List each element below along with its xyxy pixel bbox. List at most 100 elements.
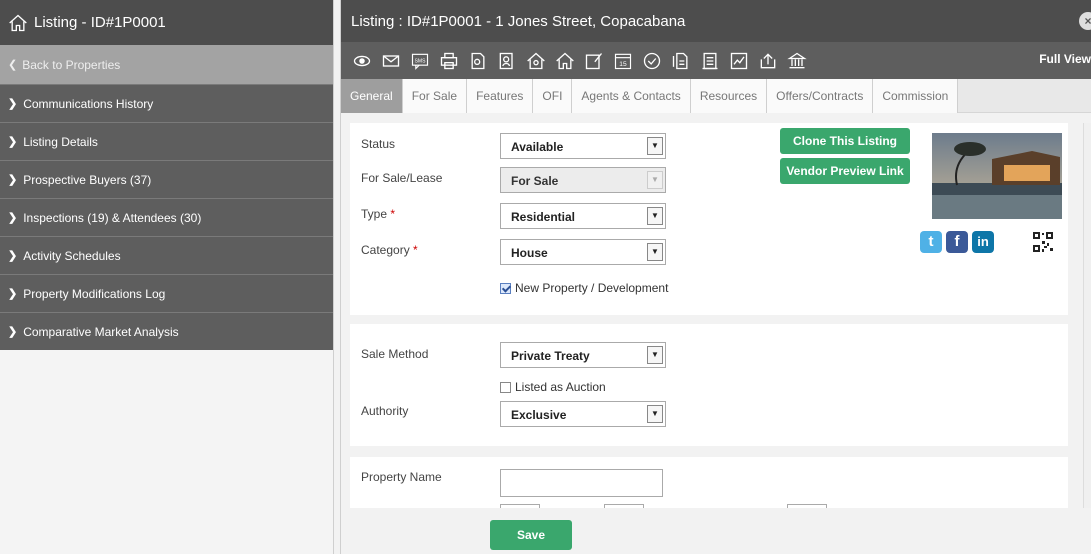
- category-label-text: Category: [361, 243, 410, 257]
- bank-icon[interactable]: [782, 49, 811, 73]
- facebook-icon[interactable]: f: [946, 231, 968, 253]
- category-value: House: [511, 246, 548, 260]
- category-label: Category *: [361, 243, 418, 257]
- tab-features[interactable]: Features: [467, 79, 534, 113]
- chart-icon[interactable]: [724, 49, 753, 73]
- sidebar-item-label: Comparative Market Analysis: [23, 324, 179, 339]
- property-photo[interactable]: [932, 133, 1062, 219]
- edit-icon[interactable]: [579, 49, 608, 73]
- upload-icon[interactable]: [753, 49, 782, 73]
- sale-method-value: Private Treaty: [511, 349, 590, 363]
- close-icon[interactable]: ×: [1079, 12, 1091, 30]
- chevron-right-icon: ❯: [8, 288, 18, 300]
- sidebar-item-label: Inspections (19) & Attendees (30): [23, 210, 202, 225]
- general-section: Status Available ▼ For Sale/Lease For Sa…: [350, 123, 1068, 315]
- sidebar-item-label: Listing Details: [23, 134, 98, 149]
- chevron-down-icon: ▼: [647, 207, 663, 225]
- report-icon[interactable]: [666, 49, 695, 73]
- checkbox-checked-icon[interactable]: [500, 282, 511, 294]
- tab-commission[interactable]: Commission: [873, 79, 959, 113]
- calendar-icon[interactable]: 15: [608, 49, 637, 73]
- contacts-icon[interactable]: [492, 49, 521, 73]
- sidebar-item-activity-schedules[interactable]: ❯ Activity Schedules: [0, 236, 333, 274]
- back-to-properties-link[interactable]: ❮ Back to Properties: [0, 45, 333, 84]
- document-icon[interactable]: [463, 49, 492, 73]
- left-sidebar: Listing - ID#1P0001 ❮ Back to Properties…: [0, 0, 334, 554]
- authority-value: Exclusive: [511, 408, 567, 422]
- action-toolbar: SMS 15 Full View: [341, 42, 1091, 79]
- back-label: Back to Properties: [22, 57, 121, 72]
- chevron-right-icon: ❯: [8, 98, 18, 110]
- house-buyer-icon[interactable]: [521, 49, 550, 73]
- qr-code-icon[interactable]: [1032, 231, 1054, 253]
- list-icon[interactable]: [695, 49, 724, 73]
- save-button[interactable]: Save: [490, 520, 572, 550]
- scrollbar[interactable]: [1083, 123, 1091, 533]
- checkbox-unchecked-icon[interactable]: [500, 381, 511, 393]
- chevron-down-icon: ▼: [647, 346, 663, 364]
- sale-method-select[interactable]: Private Treaty ▼: [500, 342, 666, 368]
- sidebar-item-listing-details[interactable]: ❯ Listing Details: [0, 122, 333, 160]
- category-select[interactable]: House ▼: [500, 239, 666, 265]
- vendor-preview-link-button[interactable]: Vendor Preview Link: [780, 158, 910, 184]
- chevron-down-icon: ▼: [647, 171, 663, 189]
- property-section: Property Name: [350, 457, 1068, 508]
- twitter-icon[interactable]: t: [920, 231, 942, 253]
- type-value: Residential: [511, 210, 576, 224]
- new-property-checkbox[interactable]: New Property / Development: [500, 281, 668, 295]
- envelope-icon[interactable]: [376, 49, 405, 73]
- linkedin-icon[interactable]: in: [972, 231, 994, 253]
- listed-auction-label: Listed as Auction: [515, 380, 606, 394]
- type-select[interactable]: Residential ▼: [500, 203, 666, 229]
- sale-method-label: Sale Method: [361, 347, 429, 361]
- authority-select[interactable]: Exclusive ▼: [500, 401, 666, 427]
- sidebar-item-inspections[interactable]: ❯ Inspections (19) & Attendees (30): [0, 198, 333, 236]
- chevron-left-icon: ❮: [8, 59, 18, 71]
- chevron-right-icon: ❯: [8, 326, 18, 338]
- full-view-link[interactable]: Full View: [1039, 52, 1091, 66]
- for-sale-lease-label: For Sale/Lease: [361, 171, 443, 185]
- property-name-input[interactable]: [500, 469, 663, 497]
- tab-for-sale[interactable]: For Sale: [402, 79, 468, 113]
- eye-icon[interactable]: [347, 49, 376, 73]
- sidebar-item-label: Activity Schedules: [23, 248, 121, 263]
- chevron-right-icon: ❯: [8, 174, 18, 186]
- tab-agents-contacts[interactable]: Agents & Contacts: [572, 79, 691, 113]
- calendar-day-text: 15: [619, 61, 627, 68]
- tab-bar: General For Sale Features OFI Agents & C…: [341, 79, 1091, 113]
- status-label: Status: [361, 137, 396, 151]
- tab-resources[interactable]: Resources: [690, 79, 768, 113]
- form-footer: Save: [341, 508, 1091, 554]
- type-label-text: Type: [361, 207, 388, 221]
- listing-panel: Listing : ID#1P0001 - 1 Jones Street, Co…: [340, 0, 1091, 554]
- chevron-down-icon: ▼: [647, 243, 663, 261]
- required-mark: *: [413, 243, 418, 257]
- check-circle-icon[interactable]: [637, 49, 666, 73]
- tab-ofi[interactable]: OFI: [533, 79, 573, 113]
- chevron-right-icon: ❯: [8, 212, 18, 224]
- tab-general[interactable]: General: [341, 79, 403, 113]
- required-mark: *: [390, 207, 396, 221]
- tab-offers-contracts[interactable]: Offers/Contracts: [767, 79, 874, 113]
- sidebar-item-comparative-market-analysis[interactable]: ❯ Comparative Market Analysis: [0, 312, 333, 350]
- form-content: Status Available ▼ For Sale/Lease For Sa…: [341, 113, 1091, 508]
- sale-method-section: Sale Method Private Treaty ▼ Listed as A…: [350, 324, 1068, 446]
- status-select[interactable]: Available ▼: [500, 133, 666, 159]
- sidebar-item-communications-history[interactable]: ❯ Communications History: [0, 84, 333, 122]
- sidebar-item-label: Communications History: [23, 96, 154, 111]
- sms-icon[interactable]: SMS: [405, 49, 434, 73]
- sidebar-item-prospective-buyers[interactable]: ❯ Prospective Buyers (37): [0, 160, 333, 198]
- type-label: Type *: [361, 207, 395, 221]
- listed-auction-checkbox[interactable]: Listed as Auction: [500, 380, 606, 394]
- sms-icon-text: SMS: [414, 58, 426, 64]
- sidebar-header: Listing - ID#1P0001: [0, 0, 333, 45]
- for-sale-lease-select: For Sale ▼: [500, 167, 666, 193]
- sidebar-title: Listing - ID#1P0001: [34, 14, 166, 31]
- status-value: Available: [511, 140, 564, 154]
- chevron-down-icon: ▼: [647, 137, 663, 155]
- print-icon[interactable]: [434, 49, 463, 73]
- chevron-right-icon: ❯: [8, 136, 18, 148]
- sidebar-item-property-modifications-log[interactable]: ❯ Property Modifications Log: [0, 274, 333, 312]
- house-icon[interactable]: [550, 49, 579, 73]
- clone-listing-button[interactable]: Clone This Listing: [780, 128, 910, 154]
